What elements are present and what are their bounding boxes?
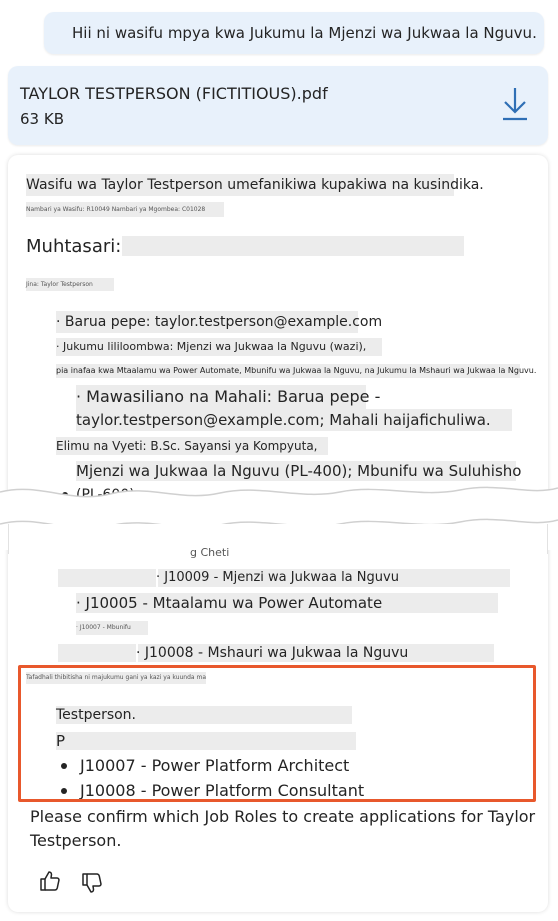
highlight-box — [18, 665, 536, 802]
user-message-bubble: Hii ni wasifu mpya kwa Jukumu la Mjenzi … — [44, 12, 544, 54]
card-edge-right — [547, 524, 548, 554]
chat-page: Hii ni wasifu mpya kwa Jukumu la Mjenzi … — [0, 0, 558, 921]
attachment-size: 63 KB — [20, 110, 64, 128]
job-j10009: · J10009 - Mjenzi wa Jukwaa la Nguvu — [58, 569, 510, 587]
contact-line-2: taylor.testperson@example.com; Mahali ha… — [76, 409, 512, 431]
job-j10008: · J10008 - Mshauri wa Jukwaa la Nguvu — [58, 644, 494, 662]
job-j10005: · J10005 - Mtaalamu wa Power Automate — [76, 593, 498, 613]
job-j10009-text: · J10009 - Mjenzi wa Jukwaa la Nguvu — [156, 570, 399, 585]
email-line: · Barua pepe: taylor.testperson@example.… — [56, 311, 382, 333]
partial-line: g Cheti — [190, 546, 230, 559]
contact-line-1: · Mawasiliano na Mahali: Barua pepe - — [76, 385, 380, 409]
summary-heading: Muhtasari: — [26, 236, 464, 257]
suitable-roles-line: pia inafaa kwa Mtaalamu wa Power Automat… — [56, 364, 536, 378]
education-line: Elimu na Vyeti: B.Sc. Sayansi ya Kompyut… — [56, 437, 328, 455]
user-message-text: Hii ni wasifu mpya kwa Jukumu la Mjenzi … — [72, 24, 537, 42]
thumbs-up-icon[interactable] — [38, 869, 62, 893]
attachment-card[interactable]: TAYLOR TESTPERSON (FICTITIOUS).pdf 63 KB — [8, 66, 548, 145]
job-j10008-text: · J10008 - Mshauri wa Jukwaa la Nguvu — [136, 645, 409, 661]
job-j10007-tiny: · J10007 - Mbunifu — [76, 621, 148, 635]
confirm-line-2: Testperson. — [30, 831, 122, 850]
download-icon[interactable] — [498, 84, 532, 124]
confirm-line-1: Please confirm which Job Roles to create… — [30, 807, 536, 826]
card-edge-left — [8, 524, 9, 554]
resume-id-line: Nambari ya Wasifu: R10049 Nambari ya Mgo… — [26, 202, 224, 217]
attachment-filename: TAYLOR TESTPERSON (FICTITIOUS).pdf — [20, 84, 328, 103]
job-applied-line: · Jukumu lililoombwa: Mjenzi wa Jukwaa l… — [56, 338, 382, 356]
name-line: Jina: Taylor Testperson — [26, 278, 114, 291]
thumbs-down-icon[interactable] — [80, 871, 104, 895]
response-intro: Wasifu wa Taylor Testperson umefanikiwa … — [26, 174, 484, 196]
